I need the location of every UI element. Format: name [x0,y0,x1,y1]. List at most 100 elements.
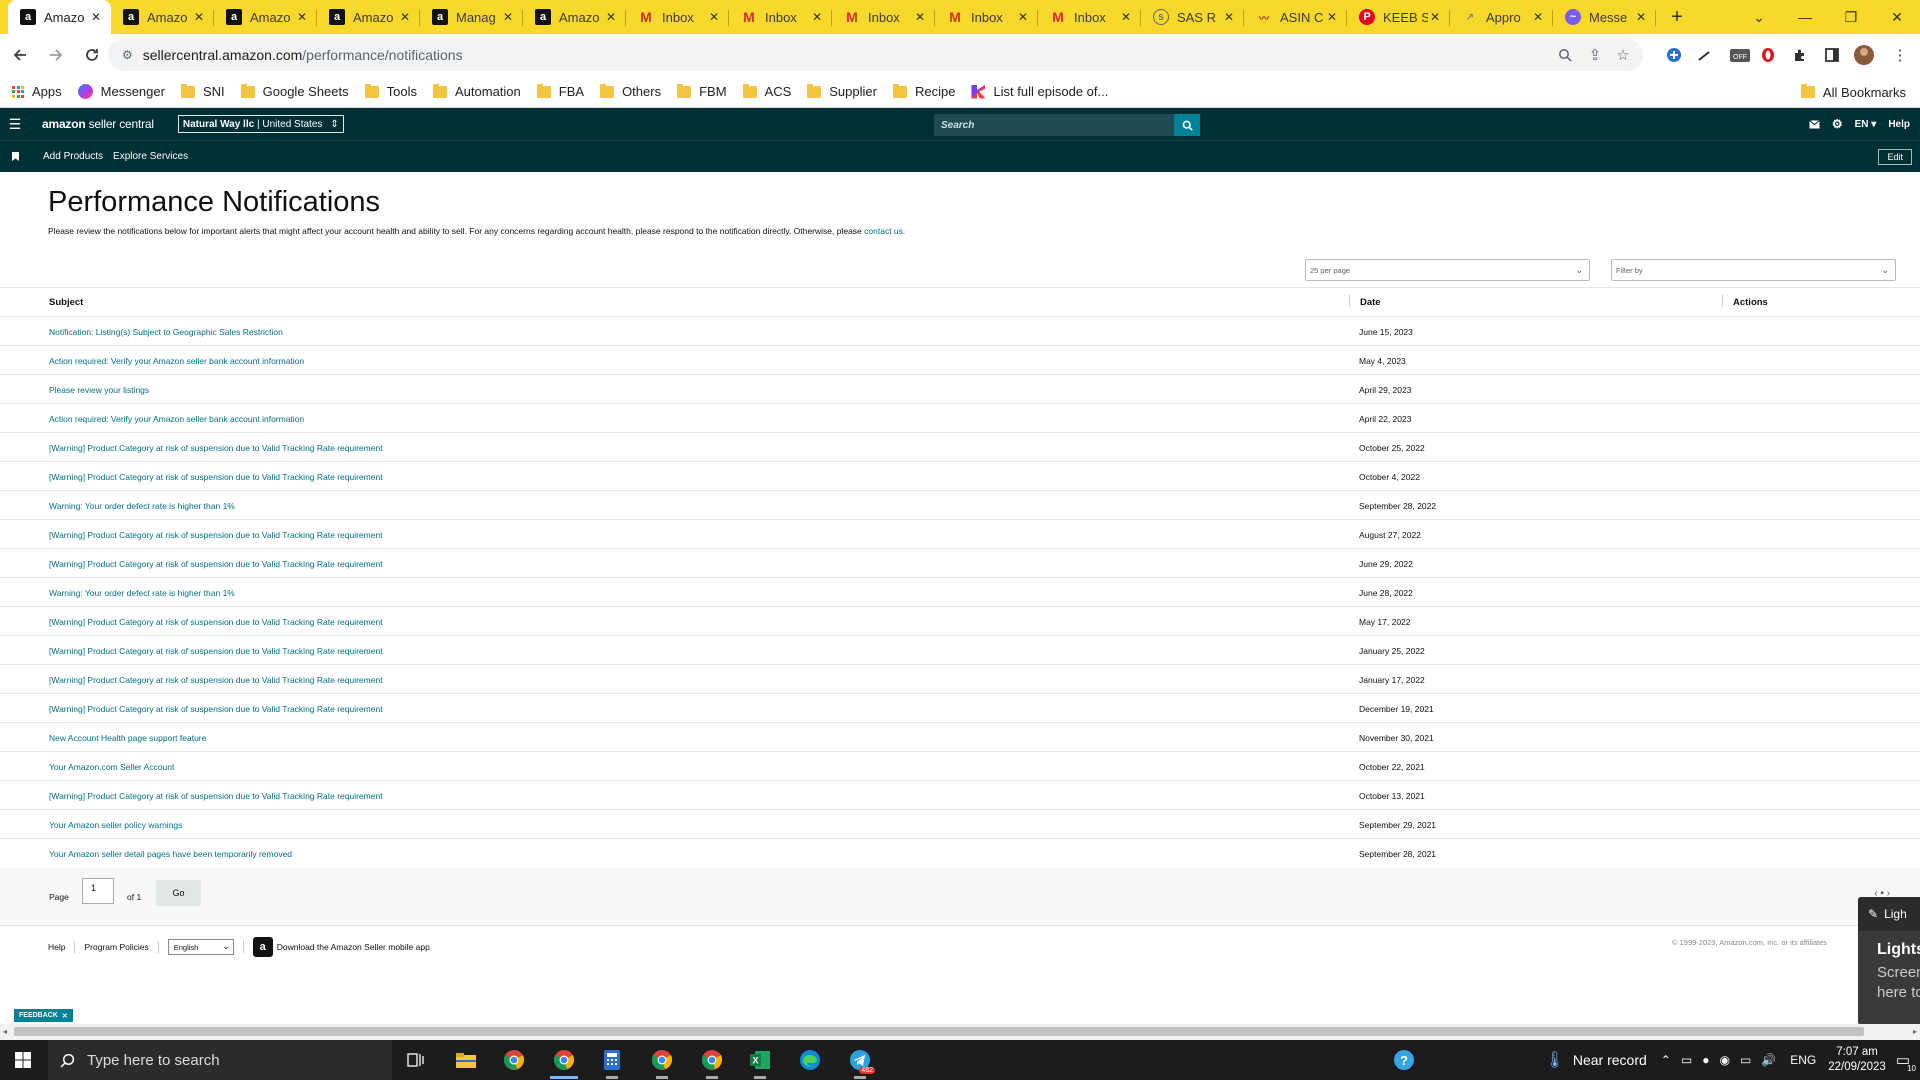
column-subject[interactable]: Subject [49,297,83,308]
browser-tab[interactable]: ↗ Appro ✕ [1450,0,1553,34]
close-tab-icon[interactable]: ✕ [1325,10,1339,24]
url-input[interactable]: ⚙ sellercentral.amazon.com/performance/n… [108,39,1643,71]
seller-app-icon[interactable]: a [252,937,273,957]
hamburger-menu-icon[interactable]: ☰ [0,116,30,133]
notification-subject-link[interactable]: [Warning] Product Category at risk of su… [49,443,383,453]
browser-tab[interactable]: M Inbox ✕ [935,0,1038,34]
notification-subject-link[interactable]: Action required: Verify your Amazon sell… [49,414,304,424]
column-date[interactable]: Date [1360,297,1381,308]
edge-icon[interactable] [786,1040,834,1080]
close-tab-icon[interactable]: ✕ [1016,10,1030,24]
help-tray-icon[interactable]: ? [1380,1040,1428,1080]
calculator-icon[interactable] [588,1040,636,1080]
bookmark-item[interactable]: Others [600,83,661,99]
close-tab-icon[interactable]: ✕ [192,10,206,24]
notification-subject-link[interactable]: Warning: Your order defect rate is highe… [49,588,235,598]
battery-icon[interactable]: ▭ [1740,1053,1751,1067]
close-tab-icon[interactable]: ✕ [295,10,309,24]
lightshot-notification[interactable]: ✎ Ligh Lightsh Screen here to [1858,897,1920,1025]
notification-subject-link[interactable]: [Warning] Product Category at risk of su… [49,646,383,656]
restore-button[interactable]: ❐ [1828,0,1874,34]
notification-subject-link[interactable]: [Warning] Product Category at risk of su… [49,472,383,482]
notification-subject-link[interactable]: Your Amazon.com Seller Account [49,762,174,772]
edit-nav-button[interactable]: Edit [1878,149,1912,165]
search-button[interactable] [1174,114,1200,136]
bookmark-item[interactable]: Apps [12,84,62,99]
excel-icon[interactable]: X [736,1040,784,1080]
close-tab-icon[interactable]: ✕ [913,10,927,24]
notification-subject-link[interactable]: Your Amazon seller detail pages have bee… [49,849,292,859]
notification-subject-link[interactable]: [Warning] Product Category at risk of su… [49,559,383,569]
system-clock[interactable]: 7:07 am 22/09/2023 [1828,1045,1886,1075]
file-explorer-icon[interactable] [442,1040,490,1080]
notification-subject-link[interactable]: Your Amazon seller policy warnings [49,820,182,830]
task-view-icon[interactable] [392,1040,440,1080]
tab-search-icon[interactable]: ⌄ [1736,0,1782,34]
minimize-button[interactable]: — [1782,0,1828,34]
notification-subject-link[interactable]: New Account Health page support feature [49,733,206,743]
meet-icon[interactable]: ● [1702,1053,1709,1067]
bookmark-item[interactable]: Tools [364,83,417,99]
close-tab-icon[interactable]: ✕ [501,10,515,24]
thermometer-icon[interactable]: 🌡 [1545,1050,1565,1070]
bookmark-item[interactable]: Messenger [77,84,165,99]
notification-subject-link[interactable]: [Warning] Product Category at risk of su… [49,704,383,714]
close-tab-icon[interactable]: ✕ [1428,10,1442,24]
extension-off-icon[interactable]: OFF [1728,41,1752,69]
scroll-left-icon[interactable]: ◂ [3,1027,7,1036]
browser-tab[interactable]: M Inbox ✕ [626,0,729,34]
back-button[interactable] [4,39,36,71]
profile-avatar[interactable] [1852,41,1876,69]
weather-text[interactable]: Near record [1573,1052,1647,1068]
chrome-icon[interactable] [490,1040,538,1080]
share-icon[interactable]: ⇪ [1581,39,1609,71]
close-tab-icon[interactable]: ✕ [604,10,618,24]
contact-us-link[interactable]: contact us. [864,226,905,236]
notification-center-icon[interactable]: ▭ 10 [1896,1051,1916,1073]
browser-tab[interactable]: a Manag ✕ [420,0,523,34]
nav-explore-services[interactable]: Explore Services [113,151,188,162]
forward-button[interactable] [40,39,72,71]
seller-search-input[interactable]: Search [934,114,1174,136]
reload-button[interactable] [76,39,108,71]
extensions-puzzle-icon[interactable] [1788,41,1812,69]
account-switcher[interactable]: Natural Way llc | United States ⇕ [177,115,344,133]
chevron-up-icon[interactable]: ⌃ [1661,1053,1671,1067]
bookmark-star-icon[interactable]: ☆ [1609,39,1637,71]
per-page-select[interactable]: 25 per page ⌄ [1305,259,1590,281]
browser-tab[interactable]: 〰 ASIN C ✕ [1244,0,1347,34]
close-tab-icon[interactable]: ✕ [1119,10,1133,24]
settings-gear-icon[interactable]: ⚙ [1832,117,1843,131]
network-icon[interactable]: ▭ [1681,1053,1692,1067]
bookmark-item[interactable]: Recipe [892,83,955,99]
browser-tab[interactable]: a Amazo ✕ [111,0,214,34]
extension-icon-a[interactable] [1662,41,1686,69]
new-tab-button[interactable]: + [1662,0,1692,34]
notification-subject-link[interactable]: [Warning] Product Category at risk of su… [49,617,383,627]
browser-tab[interactable]: P KEEB S ✕ [1347,0,1450,34]
opera-icon[interactable] [1756,41,1780,69]
nav-add-products[interactable]: Add Products [43,151,103,162]
zoom-icon[interactable] [1551,39,1579,71]
browser-tab[interactable]: M Inbox ✕ [729,0,832,34]
close-tab-icon[interactable]: ✕ [89,10,103,24]
help-link[interactable]: Help [1888,119,1910,130]
all-bookmarks-button[interactable]: All Bookmarks [1800,76,1906,108]
filter-select[interactable]: Filter by ⌄ [1611,259,1896,281]
go-button[interactable]: Go [156,880,201,906]
taskbar-search-box[interactable]: Type here to search [48,1040,392,1080]
download-app-link[interactable]: Download the Amazon Seller mobile app [277,942,430,952]
chrome-profile-2-icon[interactable] [688,1040,736,1080]
browser-tab[interactable]: a Amazo ✕ [523,0,626,34]
notification-subject-link[interactable]: [Warning] Product Category at risk of su… [49,791,383,801]
mail-icon[interactable] [1809,119,1820,129]
browser-tab[interactable]: ~ Messe ✕ [1553,0,1656,34]
telegram-icon[interactable]: 482 [836,1040,884,1080]
close-tab-icon[interactable]: ✕ [707,10,721,24]
bookmark-item[interactable]: List full episode of... [971,84,1108,99]
extension-icon-b[interactable] [1692,41,1716,69]
page-number-input[interactable]: 1 [82,878,114,904]
browser-tab[interactable]: M Inbox ✕ [1038,0,1141,34]
notification-subject-link[interactable]: Notification: Listing(s) Subject to Geog… [49,327,283,337]
notification-subject-link[interactable]: Please review your listings [49,385,149,395]
